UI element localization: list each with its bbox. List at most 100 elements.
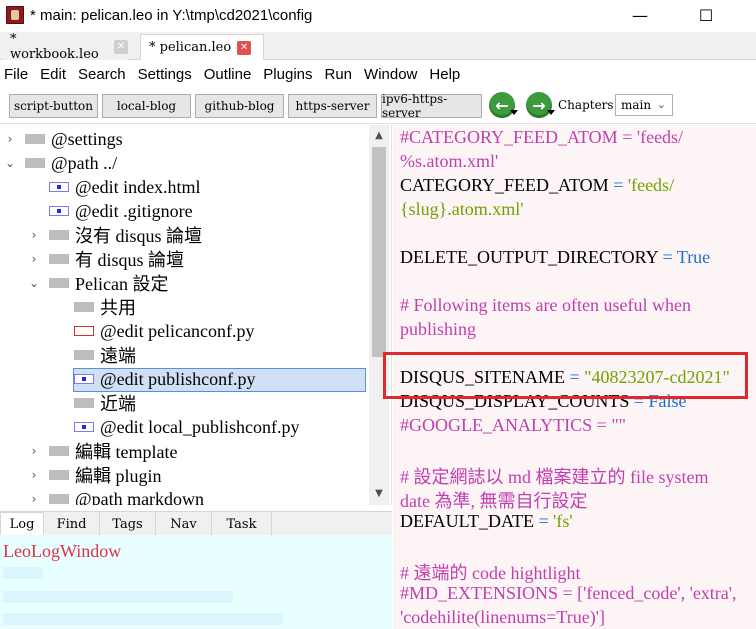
- menu-search[interactable]: Search: [78, 66, 134, 83]
- outline-node[interactable]: 近端: [74, 391, 136, 415]
- tab-label: * workbook.leo: [10, 32, 99, 62]
- outline-node[interactable]: ⌄ Pelican 設定: [24, 271, 169, 295]
- outline-node-selected[interactable]: @edit publishconf.py: [74, 367, 256, 391]
- expand-caret-icon[interactable]: ›: [28, 439, 40, 463]
- tab-nav[interactable]: Nav: [156, 512, 212, 536]
- outline-node[interactable]: 共用: [74, 295, 136, 319]
- node-icon: [49, 230, 69, 240]
- tab-tags[interactable]: Tags: [100, 512, 156, 536]
- menu-outline[interactable]: Outline: [204, 66, 260, 83]
- back-history-dropdown-icon[interactable]: [510, 110, 518, 115]
- code-line[interactable]: DELETE_OUTPUT_DIRECTORY = True: [400, 247, 710, 271]
- code-line[interactable]: # Following items are often useful when: [400, 295, 691, 319]
- code-line[interactable]: 'codehilite(linenums=True)']: [400, 607, 605, 629]
- log-pane[interactable]: LeoLogWindow: [0, 535, 392, 629]
- code-line[interactable]: date 為準, 無需自行設定: [400, 487, 587, 511]
- code-token: {slug}.atom.xml': [400, 199, 524, 219]
- github-blog-button[interactable]: github-blog: [195, 94, 284, 118]
- code-line[interactable]: {slug}.atom.xml': [400, 199, 524, 223]
- outline-node[interactable]: › 有 disqus 論壇: [24, 247, 184, 271]
- outline-node[interactable]: 遠端: [74, 343, 136, 367]
- log-faded-line: [3, 567, 43, 579]
- close-icon[interactable]: ✕: [114, 40, 128, 54]
- code-line[interactable]: publishing: [400, 319, 476, 343]
- menu-file[interactable]: File: [4, 66, 36, 83]
- annotation-highlight-box: [383, 352, 748, 399]
- outline-node[interactable]: ⌄ @path ../: [0, 151, 117, 175]
- outline-node[interactable]: › 編輯 plugin: [24, 463, 162, 487]
- outline-scrollbar[interactable]: ▲ ▼: [369, 125, 389, 505]
- code-line[interactable]: # 遠端的 code hightlight: [400, 559, 580, 583]
- menu-run[interactable]: Run: [325, 66, 361, 83]
- collapse-caret-icon[interactable]: ⌄: [28, 271, 40, 295]
- node-label: @settings: [51, 128, 123, 149]
- outline-node[interactable]: › 沒有 disqus 論壇: [24, 223, 202, 247]
- code-token: publishing: [400, 319, 477, 339]
- code-token: #CATEGORY_FEED_ATOM = 'feeds/: [400, 127, 684, 147]
- code-token: =: [608, 175, 628, 195]
- outline-node[interactable]: @edit local_publishconf.py: [74, 415, 300, 439]
- outline-node[interactable]: @edit .gitignore: [49, 199, 193, 223]
- collapse-caret-icon[interactable]: ⌄: [4, 151, 16, 175]
- node-label: 有 disqus 論壇: [75, 250, 185, 270]
- https-server-button[interactable]: https-server: [288, 94, 377, 118]
- node-icon: [49, 470, 69, 480]
- menu-plugins[interactable]: Plugins: [263, 66, 320, 83]
- log-title: LeoLogWindow: [3, 541, 122, 561]
- tab-task[interactable]: Task: [212, 512, 272, 536]
- outline-node[interactable]: @edit pelicanconf.py: [74, 319, 255, 343]
- menu-settings[interactable]: Settings: [138, 66, 200, 83]
- menu-window[interactable]: Window: [364, 66, 425, 83]
- minimize-button[interactable]: —: [617, 0, 663, 30]
- menu-help[interactable]: Help: [429, 66, 468, 83]
- code-line[interactable]: DEFAULT_DATE = 'fs': [400, 511, 573, 535]
- expand-caret-icon[interactable]: ›: [4, 127, 16, 151]
- code-token: CATEGORY_FEED_ATOM: [400, 175, 609, 195]
- maximize-button[interactable]: ☐: [683, 0, 729, 30]
- scrollbar-thumb[interactable]: [372, 147, 386, 357]
- ipv6-https-server-button[interactable]: ipv6-https-server: [381, 92, 482, 120]
- code-token: DELETE_OUTPUT_DIRECTORY: [400, 247, 658, 267]
- code-line[interactable]: %s.atom.xml': [400, 151, 498, 175]
- scroll-down-arrow-icon[interactable]: ▼: [369, 485, 389, 501]
- code-token: #MD_EXTENSIONS = ['fenced_code', 'extra'…: [400, 583, 737, 603]
- code-token: True: [676, 247, 711, 267]
- chapters-select[interactable]: main ⌄: [615, 94, 673, 116]
- expand-caret-icon[interactable]: ›: [28, 487, 40, 505]
- node-icon: [49, 446, 69, 456]
- code-token: =: [534, 511, 554, 531]
- node-label: 沒有 disqus 論壇: [75, 226, 203, 246]
- node-label: 編輯 plugin: [75, 466, 162, 486]
- outline-node[interactable]: @edit index.html: [49, 175, 201, 199]
- code-line[interactable]: CATEGORY_FEED_ATOM = 'feeds/: [400, 175, 674, 199]
- scroll-up-arrow-icon[interactable]: ▲: [369, 127, 389, 143]
- code-line[interactable]: #MD_EXTENSIONS = ['fenced_code', 'extra'…: [400, 583, 737, 607]
- outline-node[interactable]: › @settings: [0, 127, 123, 151]
- expand-caret-icon[interactable]: ›: [28, 247, 40, 271]
- menu-edit[interactable]: Edit: [40, 66, 74, 83]
- code-token: #GOOGLE_ANALYTICS = "": [400, 415, 627, 435]
- code-line[interactable]: #CATEGORY_FEED_ATOM = 'feeds/: [400, 127, 683, 151]
- code-line[interactable]: # 設定網誌以 md 檔案建立的 file system: [400, 463, 709, 487]
- outline-node[interactable]: › 編輯 template: [24, 439, 178, 463]
- local-blog-button[interactable]: local-blog: [102, 94, 191, 118]
- tab-label: * pelican.leo: [149, 40, 232, 55]
- outline-node[interactable]: › @path markdown: [24, 487, 204, 506]
- expand-caret-icon[interactable]: ›: [28, 463, 40, 487]
- outline-pane[interactable]: › @settings ⌄ @path ../ @edit index.html…: [0, 125, 392, 505]
- expand-caret-icon[interactable]: ›: [28, 223, 40, 247]
- code-line[interactable]: #GOOGLE_ANALYTICS = "": [400, 415, 626, 439]
- tab-pelican[interactable]: * pelican.leo ✕: [140, 34, 264, 60]
- node-label: @edit local_publishconf.py: [100, 416, 300, 437]
- close-icon[interactable]: ✕: [237, 40, 252, 55]
- code-token: # 遠端的 code hightlight: [400, 563, 581, 583]
- menu-bar: File Edit Search Settings Outline Plugin…: [0, 61, 756, 87]
- node-label: @edit .gitignore: [75, 200, 193, 221]
- tab-workbook[interactable]: * workbook.leo ✕: [2, 32, 128, 62]
- log-faded-line: [3, 591, 233, 603]
- script-button[interactable]: script-button: [9, 94, 98, 118]
- tab-log[interactable]: Log: [0, 512, 44, 536]
- forward-history-dropdown-icon[interactable]: [547, 110, 555, 115]
- chapters-label: Chapters:: [558, 98, 618, 112]
- tab-find[interactable]: Find: [44, 512, 100, 536]
